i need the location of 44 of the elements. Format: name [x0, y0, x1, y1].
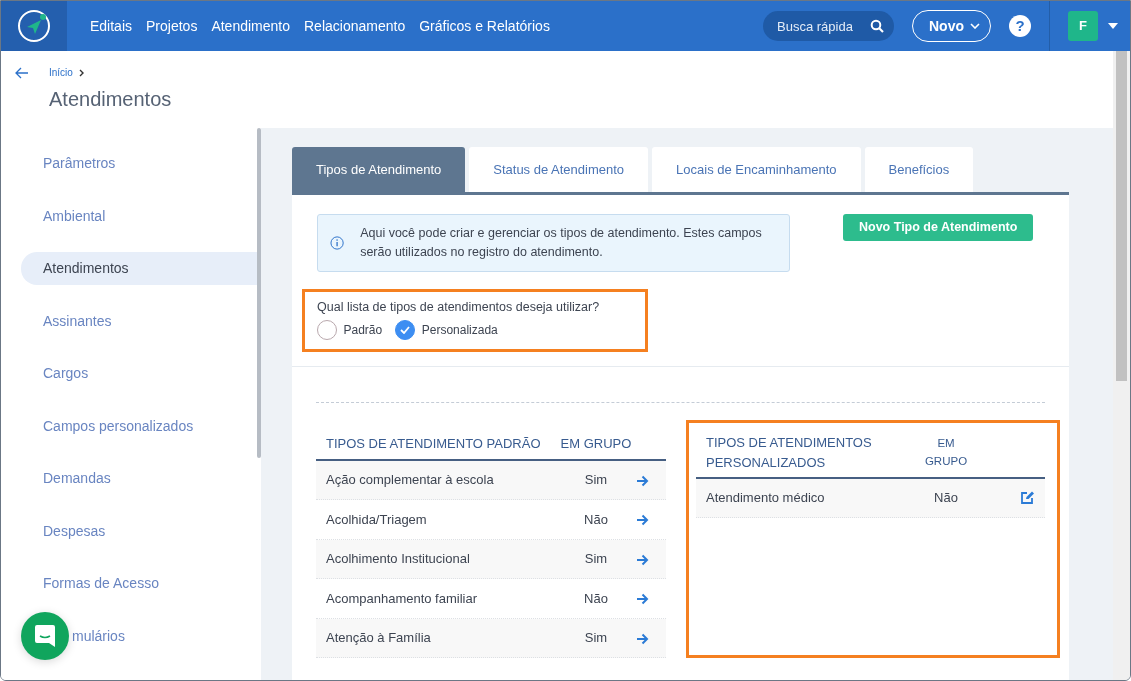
table-cell-text: Acompanhamento familiar	[325, 589, 479, 608]
sidebar-item[interactable]: Despesas	[21, 514, 257, 548]
nav-link-item[interactable]: Projetos	[146, 15, 198, 37]
search-field[interactable]: Busca rápida	[763, 11, 894, 41]
table-cell-text: Atenção à Família	[325, 629, 432, 647]
radio-label: Personalizada	[421, 321, 498, 339]
user-avatar[interactable]: F	[1068, 11, 1098, 41]
nav-link-item[interactable]: Gráficos e Relatórios	[419, 15, 550, 37]
nav-link-item[interactable]: Atendimento	[211, 15, 290, 37]
table-cell-text: Acolhimento Institucional	[325, 550, 471, 568]
nav-link-item[interactable]: Editais	[90, 15, 133, 37]
sidebar-item[interactable]: Parâmetros	[21, 147, 257, 180]
info-message: Aqui você pode criar e gerenciar os tipos de atendimento. Estes campos serão utilizados no registro do atendimento.	[360, 225, 763, 261]
tab[interactable]: Tipos de Atendimento	[292, 147, 466, 192]
help-icon[interactable]: ?	[1009, 15, 1031, 37]
table-cell-text: Não	[583, 589, 609, 608]
table-cell-text: Atendimento médico	[705, 488, 826, 507]
table-cell-text: Não	[933, 488, 959, 507]
nav-link-item[interactable]: Relacionamento	[304, 15, 406, 37]
sidebar-item[interactable]: Atendimentos	[21, 252, 257, 285]
sidebar-item[interactable]: Assinantes	[21, 304, 257, 338]
table-cell-text: Sim	[583, 629, 609, 647]
tab[interactable]: Status de Atendimento	[469, 147, 649, 192]
table-cell-text: Acolhida/Triagem	[325, 510, 428, 529]
page-title: Atendimentos	[49, 87, 172, 112]
tab[interactable]: Benefícios	[864, 147, 974, 192]
column-header: TIPOS DE ATENDIMENTOS PERSONALIZADOS	[705, 434, 873, 472]
radio-label: Padrão	[343, 321, 383, 339]
column-header: EM GRUPO	[559, 435, 633, 454]
column-header: TIPOS DE ATENDIMENTO PADRÃO	[325, 435, 542, 454]
sidebar-item[interactable]: Ambiental	[21, 199, 257, 233]
sidebar-item[interactable]: Cargos	[21, 357, 257, 390]
table-cell-text: Sim	[583, 550, 609, 568]
table-cell-text: Sim	[583, 471, 609, 489]
sidebar-item[interactable]: mulários	[71, 619, 257, 653]
sidebar-item[interactable]: Formas de Acesso	[21, 567, 257, 600]
sidebar-item[interactable]: Demandas	[21, 462, 257, 495]
question-label: Qual lista de tipos de atendimentos deseja utilizar?	[317, 298, 601, 316]
sidebar-item[interactable]: Campos personalizados	[21, 409, 257, 443]
tab[interactable]: Locais de Encaminhamento	[652, 147, 861, 192]
column-header: EM GRUPO	[923, 436, 969, 469]
table-cell-text: Ação complementar à escola	[325, 471, 495, 489]
breadcrumb-link[interactable]: Início	[49, 65, 73, 80]
table-cell-text: Não	[583, 510, 609, 529]
